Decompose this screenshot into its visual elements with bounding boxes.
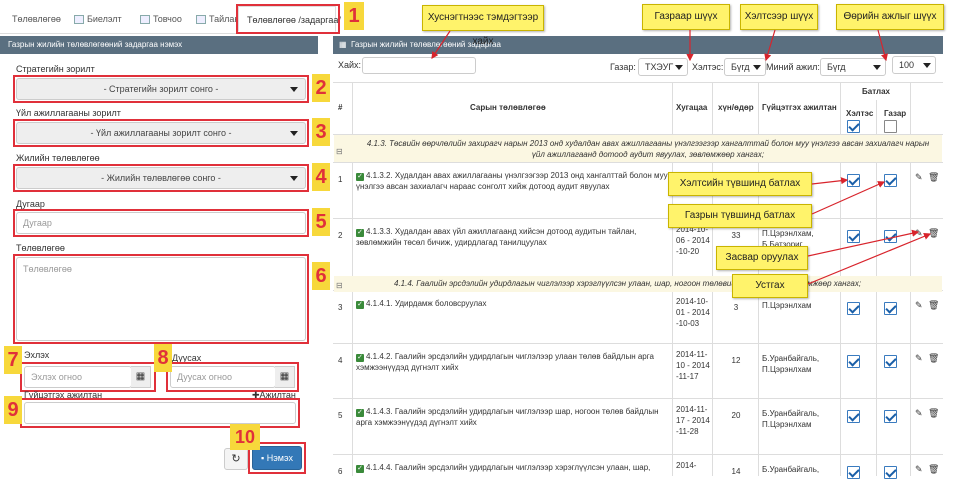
arrow (811, 177, 849, 185)
callout-arrows (431, 29, 932, 285)
arrow (807, 232, 932, 285)
arrow (431, 30, 451, 59)
arrow (807, 229, 920, 257)
arrow (877, 29, 888, 62)
arrow (811, 181, 886, 215)
arrow (764, 29, 776, 62)
